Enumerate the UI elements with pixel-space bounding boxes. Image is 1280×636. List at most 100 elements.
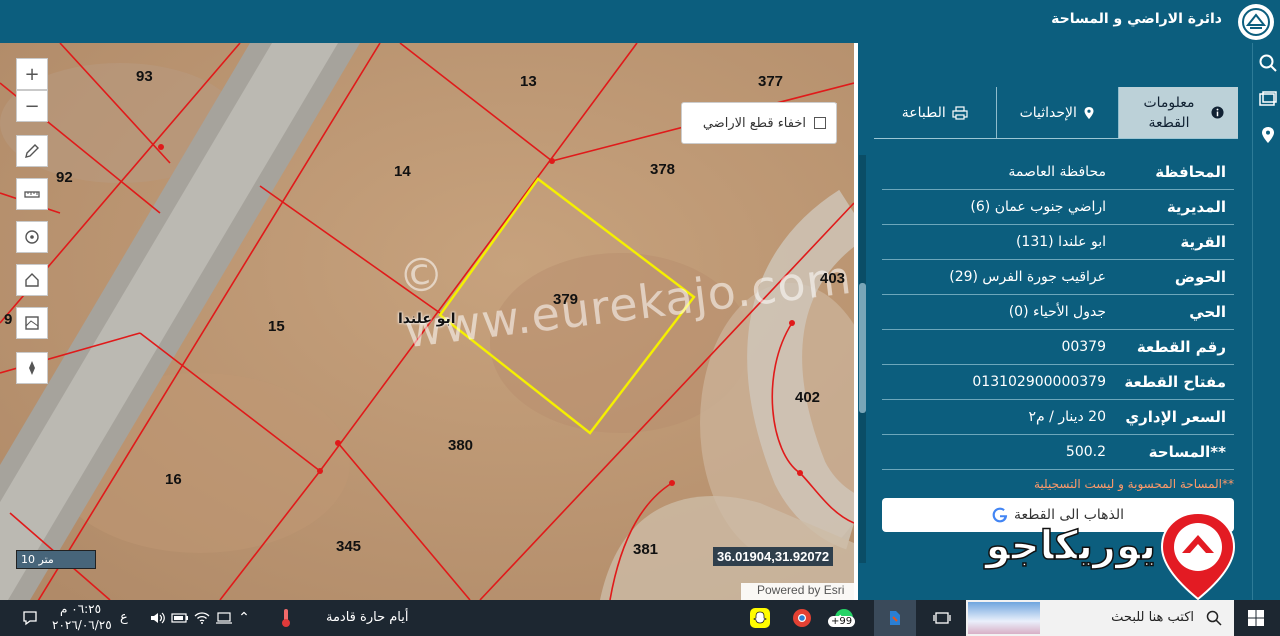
parcel-label[interactable]: 377: [758, 73, 783, 90]
location-button[interactable]: [1257, 124, 1279, 146]
start-button[interactable]: [1244, 606, 1268, 630]
onedrive-button[interactable]: [212, 606, 236, 630]
parcel-label[interactable]: 92: [56, 169, 73, 186]
parcel-label[interactable]: 16: [165, 471, 182, 488]
row-label: المحافظة: [1155, 163, 1226, 181]
row-label: رقم القطعة: [1136, 338, 1226, 356]
home-button[interactable]: [16, 264, 48, 296]
clock-date[interactable]: ٢٠٢٦/٠٦/٢٥: [52, 618, 112, 632]
windows-icon: [1248, 610, 1264, 626]
right-toolbar: [1252, 43, 1280, 600]
home-icon: [25, 273, 39, 287]
panel-scrollbar-thumb[interactable]: [859, 283, 866, 413]
weather-text[interactable]: أيام حارة قادمة: [326, 610, 409, 625]
search-highlight-image: [968, 602, 1040, 634]
taskbar-search-box[interactable]: اكتب هنا للبحث: [966, 600, 1234, 636]
chevron-up-icon: ⌃: [238, 610, 250, 626]
esri-attribution[interactable]: Powered by Esri: [741, 583, 854, 600]
zoom-in-button[interactable]: +: [16, 58, 48, 90]
parcel-label[interactable]: 378: [650, 161, 675, 178]
parcel-label[interactable]: 380: [448, 437, 473, 454]
crosshair-icon: [25, 230, 39, 244]
snapchat-icon: [750, 608, 770, 628]
row-value: 20 دينار / م٢: [1028, 409, 1106, 425]
pin-icon: [1084, 106, 1094, 119]
task-view-icon: [933, 612, 951, 624]
basemap-button[interactable]: [16, 307, 48, 339]
scale-bar: 10 متر: [16, 550, 96, 569]
info-row-parcel-number: رقم القطعة 00379: [882, 330, 1234, 365]
info-row-parcel-key: مفتاح القطعة 013102900000379: [882, 365, 1234, 400]
input-language[interactable]: ع: [120, 610, 128, 625]
selected-parcel-label[interactable]: 379: [553, 291, 578, 308]
info-icon: [1211, 106, 1224, 119]
layers-icon: [1259, 91, 1277, 106]
area-note: **المساحة المحسوبة و ليست التسجيلية: [1033, 477, 1234, 491]
row-label: الحوض: [1174, 268, 1226, 286]
layers-panel-button[interactable]: [1257, 88, 1279, 110]
row-value: 00379: [1061, 339, 1106, 355]
search-button[interactable]: [1257, 52, 1279, 74]
row-label: السعر الإداري: [1125, 408, 1226, 426]
row-label: القرية: [1180, 233, 1226, 251]
info-row-governorate: المحافظة محافظة العاصمة: [882, 155, 1234, 190]
tab-label: الإحداثيات: [1019, 104, 1077, 121]
parcel-label[interactable]: 14: [394, 163, 411, 180]
parcel-label[interactable]: 15: [268, 318, 285, 335]
minus-icon: −: [24, 95, 40, 117]
brand-watermark: يوريكاجو: [976, 511, 1246, 601]
windows-taskbar: اكتب هنا للبحث +99 أيام حارة قادمة ⌃ ع ٠…: [0, 600, 1280, 636]
compass-button[interactable]: [16, 352, 48, 384]
info-row-village: القرية ابو علندا (131): [882, 225, 1234, 260]
hide-parcels-toggle[interactable]: اخفاء قطع الاراضي: [681, 102, 837, 144]
search-icon: [1206, 610, 1222, 626]
parcel-info-panel: معلومات القطعة الإحداثيات الطباعة المحاف…: [858, 43, 1252, 601]
parcel-label[interactable]: 403: [820, 270, 845, 287]
panel-tabs: معلومات القطعة الإحداثيات الطباعة: [874, 87, 1238, 139]
dls-logo-icon[interactable]: [1238, 4, 1274, 40]
parcel-label[interactable]: 9: [4, 311, 12, 328]
battery-button[interactable]: [168, 606, 192, 630]
clock-time[interactable]: ٠٦:٢٥ م: [60, 602, 101, 616]
thermometer-icon: [282, 609, 290, 627]
info-row-basin: الحوض عراقيب جورة الفرس (29): [882, 260, 1234, 295]
weather-icon[interactable]: [274, 606, 298, 630]
row-value: ابو علندا (131): [1015, 234, 1106, 250]
taskbar-app-browser[interactable]: [790, 606, 814, 630]
parcel-label[interactable]: 93: [136, 68, 153, 85]
speaker-icon: [151, 612, 165, 624]
search-icon: [1259, 54, 1277, 72]
hide-parcels-label: اخفاء قطع الاراضي: [702, 115, 806, 131]
parcel-info-table: المحافظة محافظة العاصمة المديرية اراضي ج…: [882, 155, 1234, 567]
measure-button[interactable]: [16, 178, 48, 210]
wifi-button[interactable]: [190, 606, 214, 630]
hide-parcels-checkbox[interactable]: [814, 117, 826, 129]
volume-button[interactable]: [146, 606, 170, 630]
draw-button[interactable]: [16, 135, 48, 167]
zoom-out-button[interactable]: −: [16, 90, 48, 122]
taskbar-app-active[interactable]: [874, 600, 916, 636]
task-view-button[interactable]: [930, 606, 954, 630]
parcel-label[interactable]: 402: [795, 389, 820, 406]
taskbar-app-snapchat[interactable]: [748, 606, 772, 630]
tab-label: معلومات القطعة: [1143, 94, 1195, 131]
parcel-label[interactable]: 13: [520, 73, 537, 90]
tab-coordinates[interactable]: الإحداثيات: [995, 87, 1119, 138]
locate-button[interactable]: [16, 221, 48, 253]
tab-parcel-info[interactable]: معلومات القطعة: [1118, 87, 1238, 138]
battery-icon: [171, 613, 188, 623]
parcel-label[interactable]: 345: [336, 538, 361, 555]
chrome-icon: [793, 609, 811, 627]
info-row-neighborhood: الحي جدول الأحياء (0): [882, 295, 1234, 330]
tab-print[interactable]: الطباعة: [874, 87, 996, 138]
notifications-button[interactable]: [18, 606, 42, 630]
map-view[interactable]: © www.eurekajo.com ابو علندا 93 13 377 9…: [0, 43, 854, 600]
row-value: 500.2: [1065, 444, 1106, 460]
row-value: محافظة العاصمة: [1008, 164, 1106, 180]
parcel-label[interactable]: 381: [633, 541, 658, 558]
location-pin-icon: [1262, 127, 1274, 143]
row-value: جدول الأحياء (0): [1008, 304, 1106, 320]
coordinates-readout: 36.01904,31.92072: [713, 547, 834, 566]
compass-icon: [29, 361, 35, 375]
brand-text: يوريكاجو: [985, 522, 1159, 570]
